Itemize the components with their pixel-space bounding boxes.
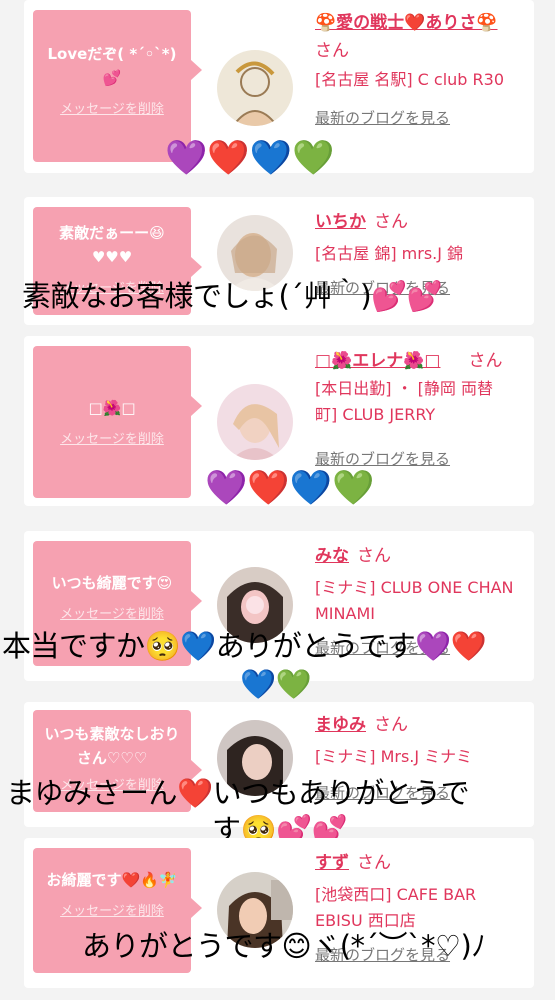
message-text: お綺麗です❤️🔥🧚 xyxy=(46,871,178,889)
san-suffix: さん xyxy=(468,351,503,371)
comment-overlay: ありがとうです😊ヾ(*´︶`*♡)ﾉ xyxy=(82,929,486,963)
shop-info: [本日出勤] ・ [静岡 両替町] CLUB JERRY xyxy=(315,379,493,424)
comment-overlay: 素敵なお客様でしょ(´艸｀)💕💕 xyxy=(22,279,443,313)
message-text: □🌺□ xyxy=(88,399,136,417)
message-text: いつも素敵なしおりさん♡♡♡ xyxy=(44,725,180,767)
delete-message-link[interactable]: メッセージを削除 xyxy=(41,900,183,919)
comment-overlay: 本当ですか🥺💙ありがとうです💜❤️ xyxy=(2,629,487,663)
sender-name[interactable]: □🌺エレナ🌺□ xyxy=(315,351,440,371)
comment-overlay: まゆみさーん❤️いつもありがとうで xyxy=(6,776,470,810)
message-text: Loveだぞ( *´◦`*)💕 xyxy=(47,45,177,87)
san-suffix: さん xyxy=(315,41,349,61)
message-text: いつも綺麗です😍 xyxy=(51,574,173,592)
avatar[interactable] xyxy=(217,384,293,460)
blog-link[interactable]: 最新のブログを見る xyxy=(315,448,525,470)
comment-overlay: 💙💚 xyxy=(240,667,312,701)
message-bubble: □🌺□ メッセージを削除 xyxy=(33,346,202,498)
shop-info: [ミナミ] CLUB ONE CHAN MINAMI xyxy=(315,578,514,623)
sender-info: 🍄愛の戦士❤️ありさ🍄 さん [名古屋 名駅] C club R30 最新のブロ… xyxy=(315,10,525,129)
shop-info: [池袋西口] CAFE BAR EBISU 西口店 xyxy=(315,885,477,930)
delete-message-link[interactable]: メッセージを削除 xyxy=(41,428,183,447)
message-card: お綺麗です❤️🔥🧚 メッセージを削除 すず さん [池袋西口] CAFE BAR … xyxy=(24,838,534,988)
shop-info: [ミナミ] Mrs.J ミナミ xyxy=(315,747,473,766)
san-suffix: さん xyxy=(357,853,391,873)
delete-message-link[interactable]: メッセージを削除 xyxy=(41,98,183,117)
delete-message-link[interactable]: メッセージを削除 xyxy=(41,603,183,622)
avatar[interactable] xyxy=(217,50,293,126)
hearts-overlay: 💜❤️💙💚 xyxy=(165,138,335,178)
sender-name[interactable]: まゆみ xyxy=(315,715,366,735)
san-suffix: さん xyxy=(357,546,391,566)
blog-link[interactable]: 最新のブログを見る xyxy=(315,107,525,129)
sender-name[interactable]: 🍄愛の戦士❤️ありさ🍄 xyxy=(315,13,498,33)
san-suffix: さん xyxy=(374,212,408,232)
sender-info: □🌺エレナ🌺□ さん [本日出勤] ・ [静岡 両替町] CLUB JERRY 最… xyxy=(315,346,525,470)
hearts-overlay: 💜❤️💙💚 xyxy=(205,468,375,508)
shop-info: [名古屋 錦] mrs.J 錦 xyxy=(315,244,464,263)
shop-info: [名古屋 名駅] C club R30 xyxy=(315,70,505,89)
sender-name[interactable]: すず xyxy=(315,853,349,873)
sender-name[interactable]: みな xyxy=(315,546,349,566)
san-suffix: さん xyxy=(374,715,408,735)
message-text: 素敵だぁーー😆♥♥♥ xyxy=(59,224,165,266)
sender-name[interactable]: いちか xyxy=(315,212,366,232)
